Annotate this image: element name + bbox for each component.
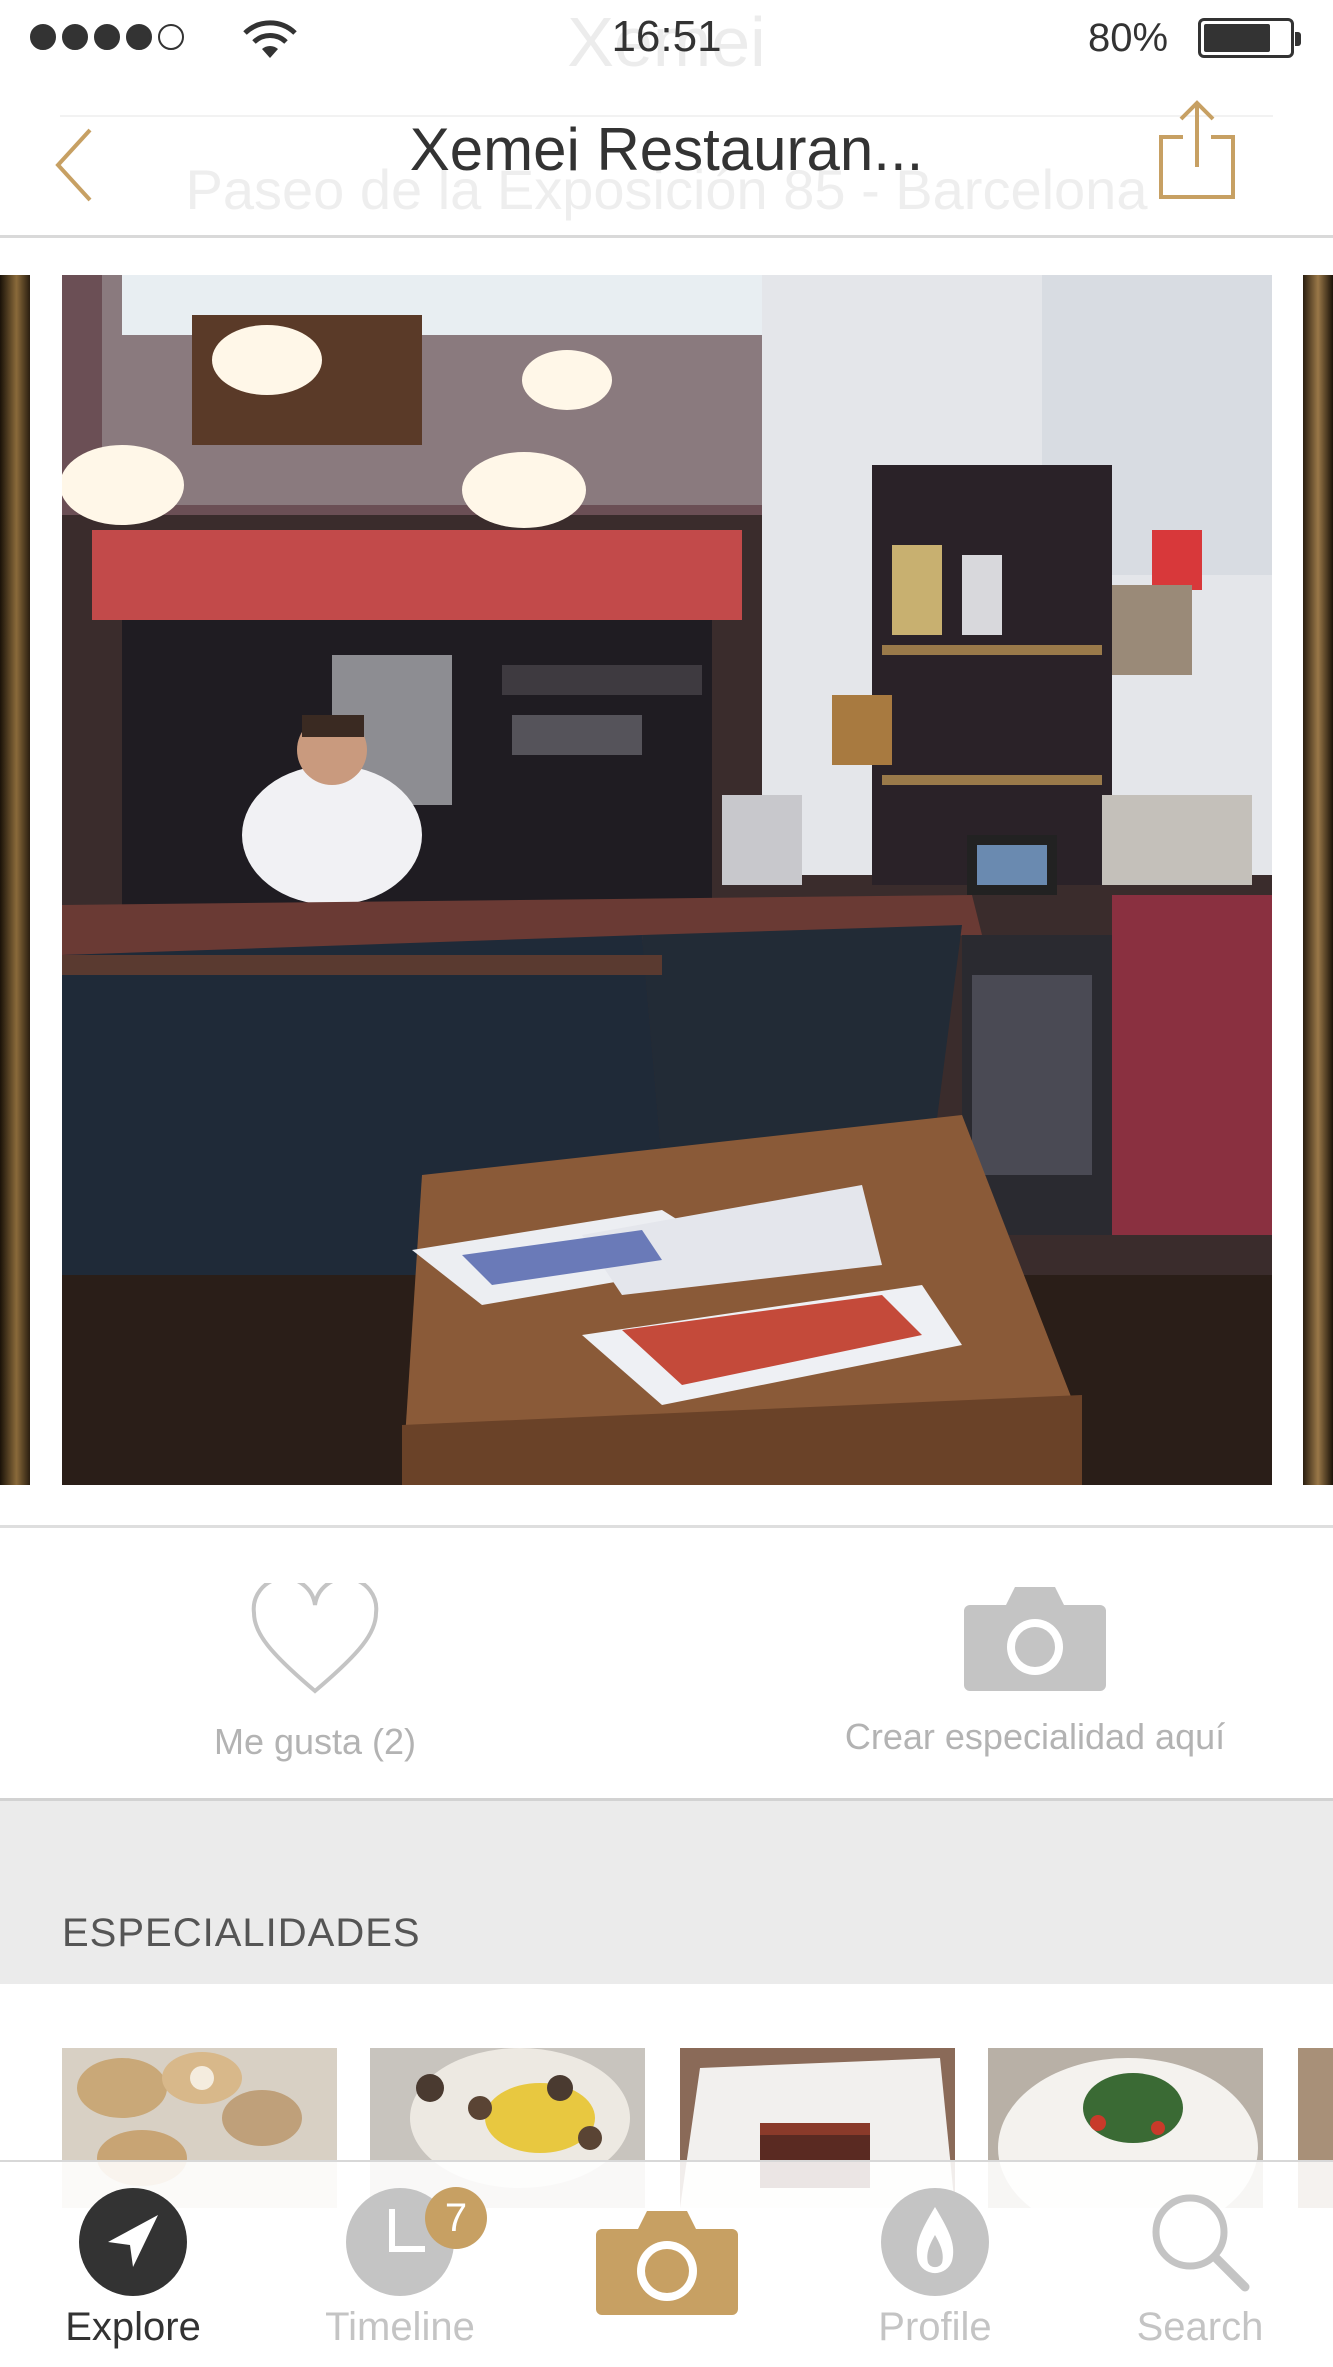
- section-title: ESPECIALIDADES: [62, 1911, 421, 1955]
- section-header: ESPECIALIDADES: [0, 1801, 1333, 1984]
- actions-row: Me gusta (2) Crear especialidad aquí: [0, 1528, 1333, 1798]
- battery-percent: 80%: [1088, 16, 1169, 60]
- create-specialty-button[interactable]: Crear especialidad aquí: [820, 1583, 1250, 1758]
- camera-icon: [964, 1587, 1106, 1691]
- compass-arrow-icon: [79, 2188, 187, 2296]
- like-button[interactable]: Me gusta (2): [160, 1576, 470, 1763]
- share-button[interactable]: [1155, 97, 1239, 205]
- tab-timeline-label: Timeline: [325, 2305, 475, 2349]
- flame-icon: [881, 2188, 989, 2296]
- like-label: Me gusta (2): [213, 1721, 417, 1762]
- restaurant-photo: [62, 275, 1272, 1485]
- status-bar: Xemei 16:51 80%: [0, 0, 1333, 81]
- chevron-left-icon: [55, 128, 92, 202]
- tab-search[interactable]: Search: [1090, 2187, 1310, 2350]
- navigation-bar: Paseo de la Exposición 85 - Barcelona Xe…: [0, 75, 1333, 240]
- tab-profile[interactable]: Profile: [825, 2187, 1045, 2350]
- tab-explore[interactable]: Explore: [23, 2187, 243, 2350]
- tab-profile-label: Profile: [878, 2305, 992, 2349]
- create-specialty-label: Crear especialidad aquí: [844, 1716, 1226, 1757]
- search-icon: [1152, 2194, 1250, 2292]
- photo-carousel[interactable]: [0, 275, 1333, 1485]
- tab-explore-label: Explore: [65, 2305, 201, 2349]
- share-icon: [1159, 100, 1235, 199]
- nav-divider: [0, 235, 1333, 238]
- back-button[interactable]: [40, 120, 110, 210]
- tab-search-label: Search: [1136, 2305, 1264, 2349]
- battery-icon: [1198, 18, 1301, 58]
- tab-bar: Explore 7 Timeline Profile Search: [0, 2160, 1333, 2367]
- next-photo-peek[interactable]: [1303, 275, 1333, 1485]
- previous-photo-peek[interactable]: [0, 275, 30, 1485]
- tab-timeline[interactable]: 7 Timeline: [290, 2187, 510, 2350]
- tab-camera[interactable]: [592, 2207, 742, 2317]
- camera-icon: [596, 2211, 738, 2315]
- timeline-badge: 7: [425, 2187, 487, 2249]
- page-title: Xemei Restauran...: [409, 116, 924, 183]
- heart-icon: [251, 1576, 379, 1694]
